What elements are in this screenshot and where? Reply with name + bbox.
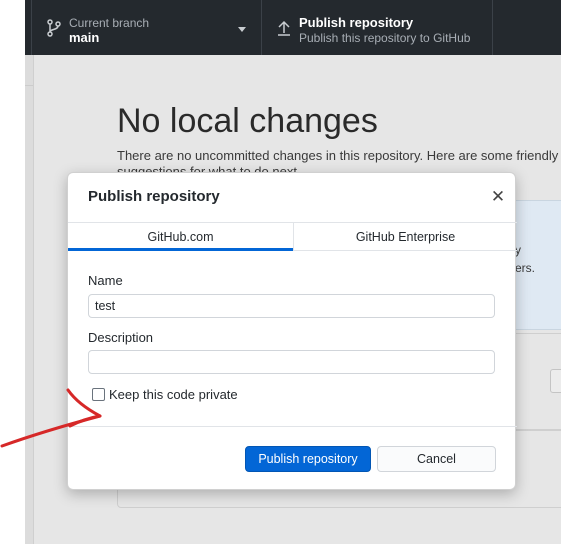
publish-subtitle: Publish this repository to GitHub	[299, 31, 471, 45]
card-text-fragment: ers.	[515, 261, 536, 275]
name-field[interactable]	[88, 294, 495, 318]
tab-github-com[interactable]: GitHub.com	[68, 223, 293, 251]
publish-title: Publish repository	[299, 15, 414, 30]
card-button[interactable]	[550, 369, 561, 393]
toolbar: Current branch main Publish repository P…	[25, 0, 561, 55]
publish-repository-dialog: Publish repository ✕ GitHub.com GitHub E…	[67, 172, 517, 490]
publish-repository-button[interactable]: Publish repository Publish this reposito…	[262, 0, 493, 55]
description-label: Description	[88, 330, 154, 345]
page-title: No local changes	[117, 102, 378, 140]
private-checkbox-label[interactable]: Keep this code private	[109, 387, 238, 402]
branch-name: main	[69, 30, 100, 45]
tab-github-enterprise[interactable]: GitHub Enterprise	[293, 223, 517, 251]
cancel-button[interactable]: Cancel	[377, 446, 496, 472]
name-label: Name	[88, 273, 123, 288]
close-icon[interactable]: ✕	[489, 188, 507, 206]
toolbar-left-cap	[25, 0, 32, 55]
tab-bar: GitHub.com GitHub Enterprise	[68, 222, 517, 251]
chevron-down-icon	[238, 27, 246, 32]
publish-repository-submit-button[interactable]: Publish repository	[245, 446, 371, 472]
page-description: There are no uncommitted changes in this…	[117, 148, 559, 163]
changes-pane	[25, 55, 34, 544]
current-branch-button[interactable]: Current branch main	[32, 0, 262, 55]
annotation-arrow-icon	[0, 388, 102, 448]
branch-title: Current branch	[69, 16, 150, 30]
dialog-title: Publish repository	[88, 188, 220, 205]
left-margin	[0, 0, 25, 544]
upload-icon	[278, 20, 290, 36]
branch-icon	[47, 19, 61, 37]
dialog-divider	[68, 426, 517, 427]
description-field[interactable]	[88, 350, 495, 374]
